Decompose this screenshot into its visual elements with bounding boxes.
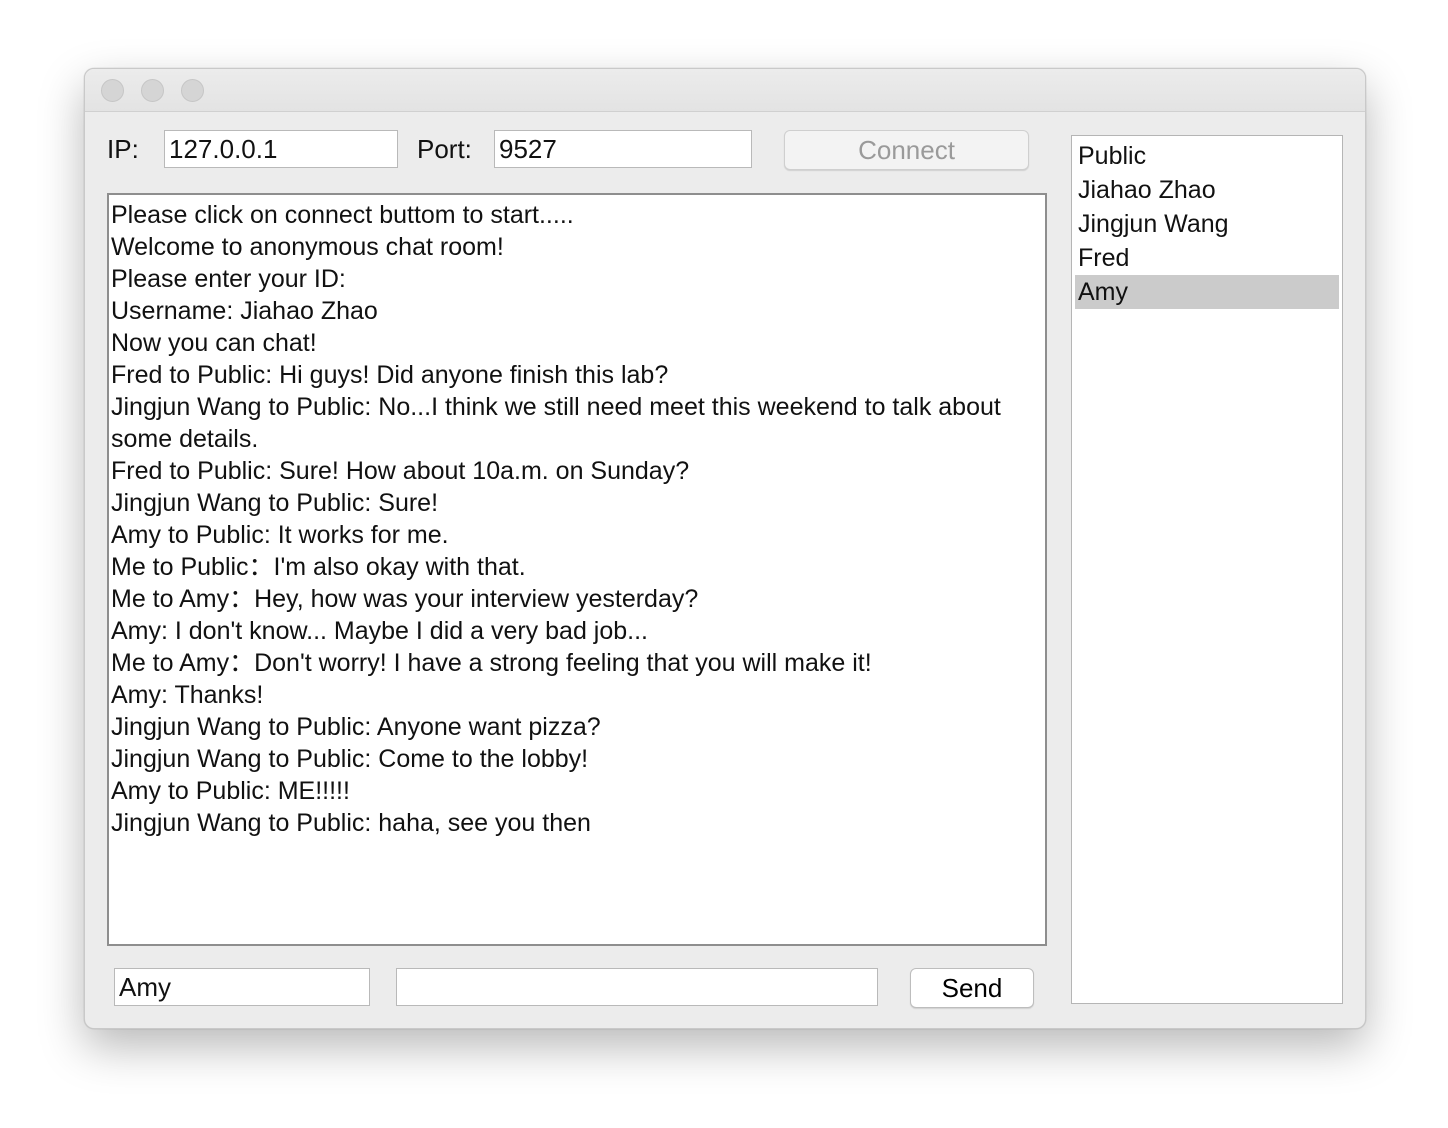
chat-message: Jingjun Wang to Public: Anyone want pizz… bbox=[111, 713, 601, 741]
chat-message: Please enter your ID: bbox=[111, 265, 346, 293]
chat-message: Jingjun Wang to Public: Sure! bbox=[111, 489, 439, 517]
user-list-item[interactable]: Jingjun Wang bbox=[1075, 207, 1339, 241]
chat-message: Me to Amy：Hey, how was your interview ye… bbox=[111, 585, 699, 613]
connect-button[interactable]: Connect bbox=[784, 130, 1029, 170]
ip-label: IP: bbox=[107, 134, 139, 164]
user-list-item[interactable]: Amy bbox=[1075, 275, 1339, 309]
chat-message: Me to Amy：Don't worry! I have a strong f… bbox=[111, 649, 872, 677]
chat-client-window: IP: Port: Connect Please click on connec… bbox=[84, 68, 1366, 1029]
recipient-input[interactable] bbox=[114, 968, 370, 1006]
chat-message: Amy: Thanks! bbox=[111, 681, 264, 709]
chat-message: Welcome to anonymous chat room! bbox=[111, 233, 504, 261]
chat-message: Amy: I don't know... Maybe I did a very … bbox=[111, 617, 648, 645]
user-list-item[interactable]: Public bbox=[1075, 139, 1339, 173]
message-input[interactable] bbox=[396, 968, 878, 1006]
minimize-window-button[interactable] bbox=[141, 79, 164, 102]
user-list[interactable]: Public Jiahao Zhao Jingjun Wang Fred Amy bbox=[1071, 135, 1343, 1004]
chat-message: Now you can chat! bbox=[111, 329, 317, 357]
chat-message: Jingjun Wang to Public: haha, see you th… bbox=[111, 809, 591, 837]
user-list-item[interactable]: Fred bbox=[1075, 241, 1339, 275]
chat-message: Please click on connect buttom to start.… bbox=[111, 201, 574, 229]
port-label: Port: bbox=[417, 134, 472, 164]
chat-message: Amy to Public: ME!!!!! bbox=[111, 777, 350, 805]
send-button[interactable]: Send bbox=[910, 968, 1034, 1008]
chat-message: Jingjun Wang to Public: No...I think we … bbox=[111, 393, 1008, 453]
zoom-window-button[interactable] bbox=[181, 79, 204, 102]
chat-message: Fred to Public: Sure! How about 10a.m. o… bbox=[111, 457, 690, 485]
chat-message: Fred to Public: Hi guys! Did anyone fini… bbox=[111, 361, 669, 389]
port-input[interactable] bbox=[494, 130, 752, 168]
close-window-button[interactable] bbox=[101, 79, 124, 102]
user-list-item[interactable]: Jiahao Zhao bbox=[1075, 173, 1339, 207]
chat-message: Me to Public：I'm also okay with that. bbox=[111, 553, 526, 581]
ip-input[interactable] bbox=[164, 130, 398, 168]
chat-message: Amy to Public: It works for me. bbox=[111, 521, 449, 549]
title-bar[interactable] bbox=[85, 69, 1365, 112]
chat-message: Username: Jiahao Zhao bbox=[111, 297, 378, 325]
chat-transcript[interactable]: Please click on connect buttom to start.… bbox=[107, 193, 1047, 946]
chat-message: Jingjun Wang to Public: Come to the lobb… bbox=[111, 745, 589, 773]
